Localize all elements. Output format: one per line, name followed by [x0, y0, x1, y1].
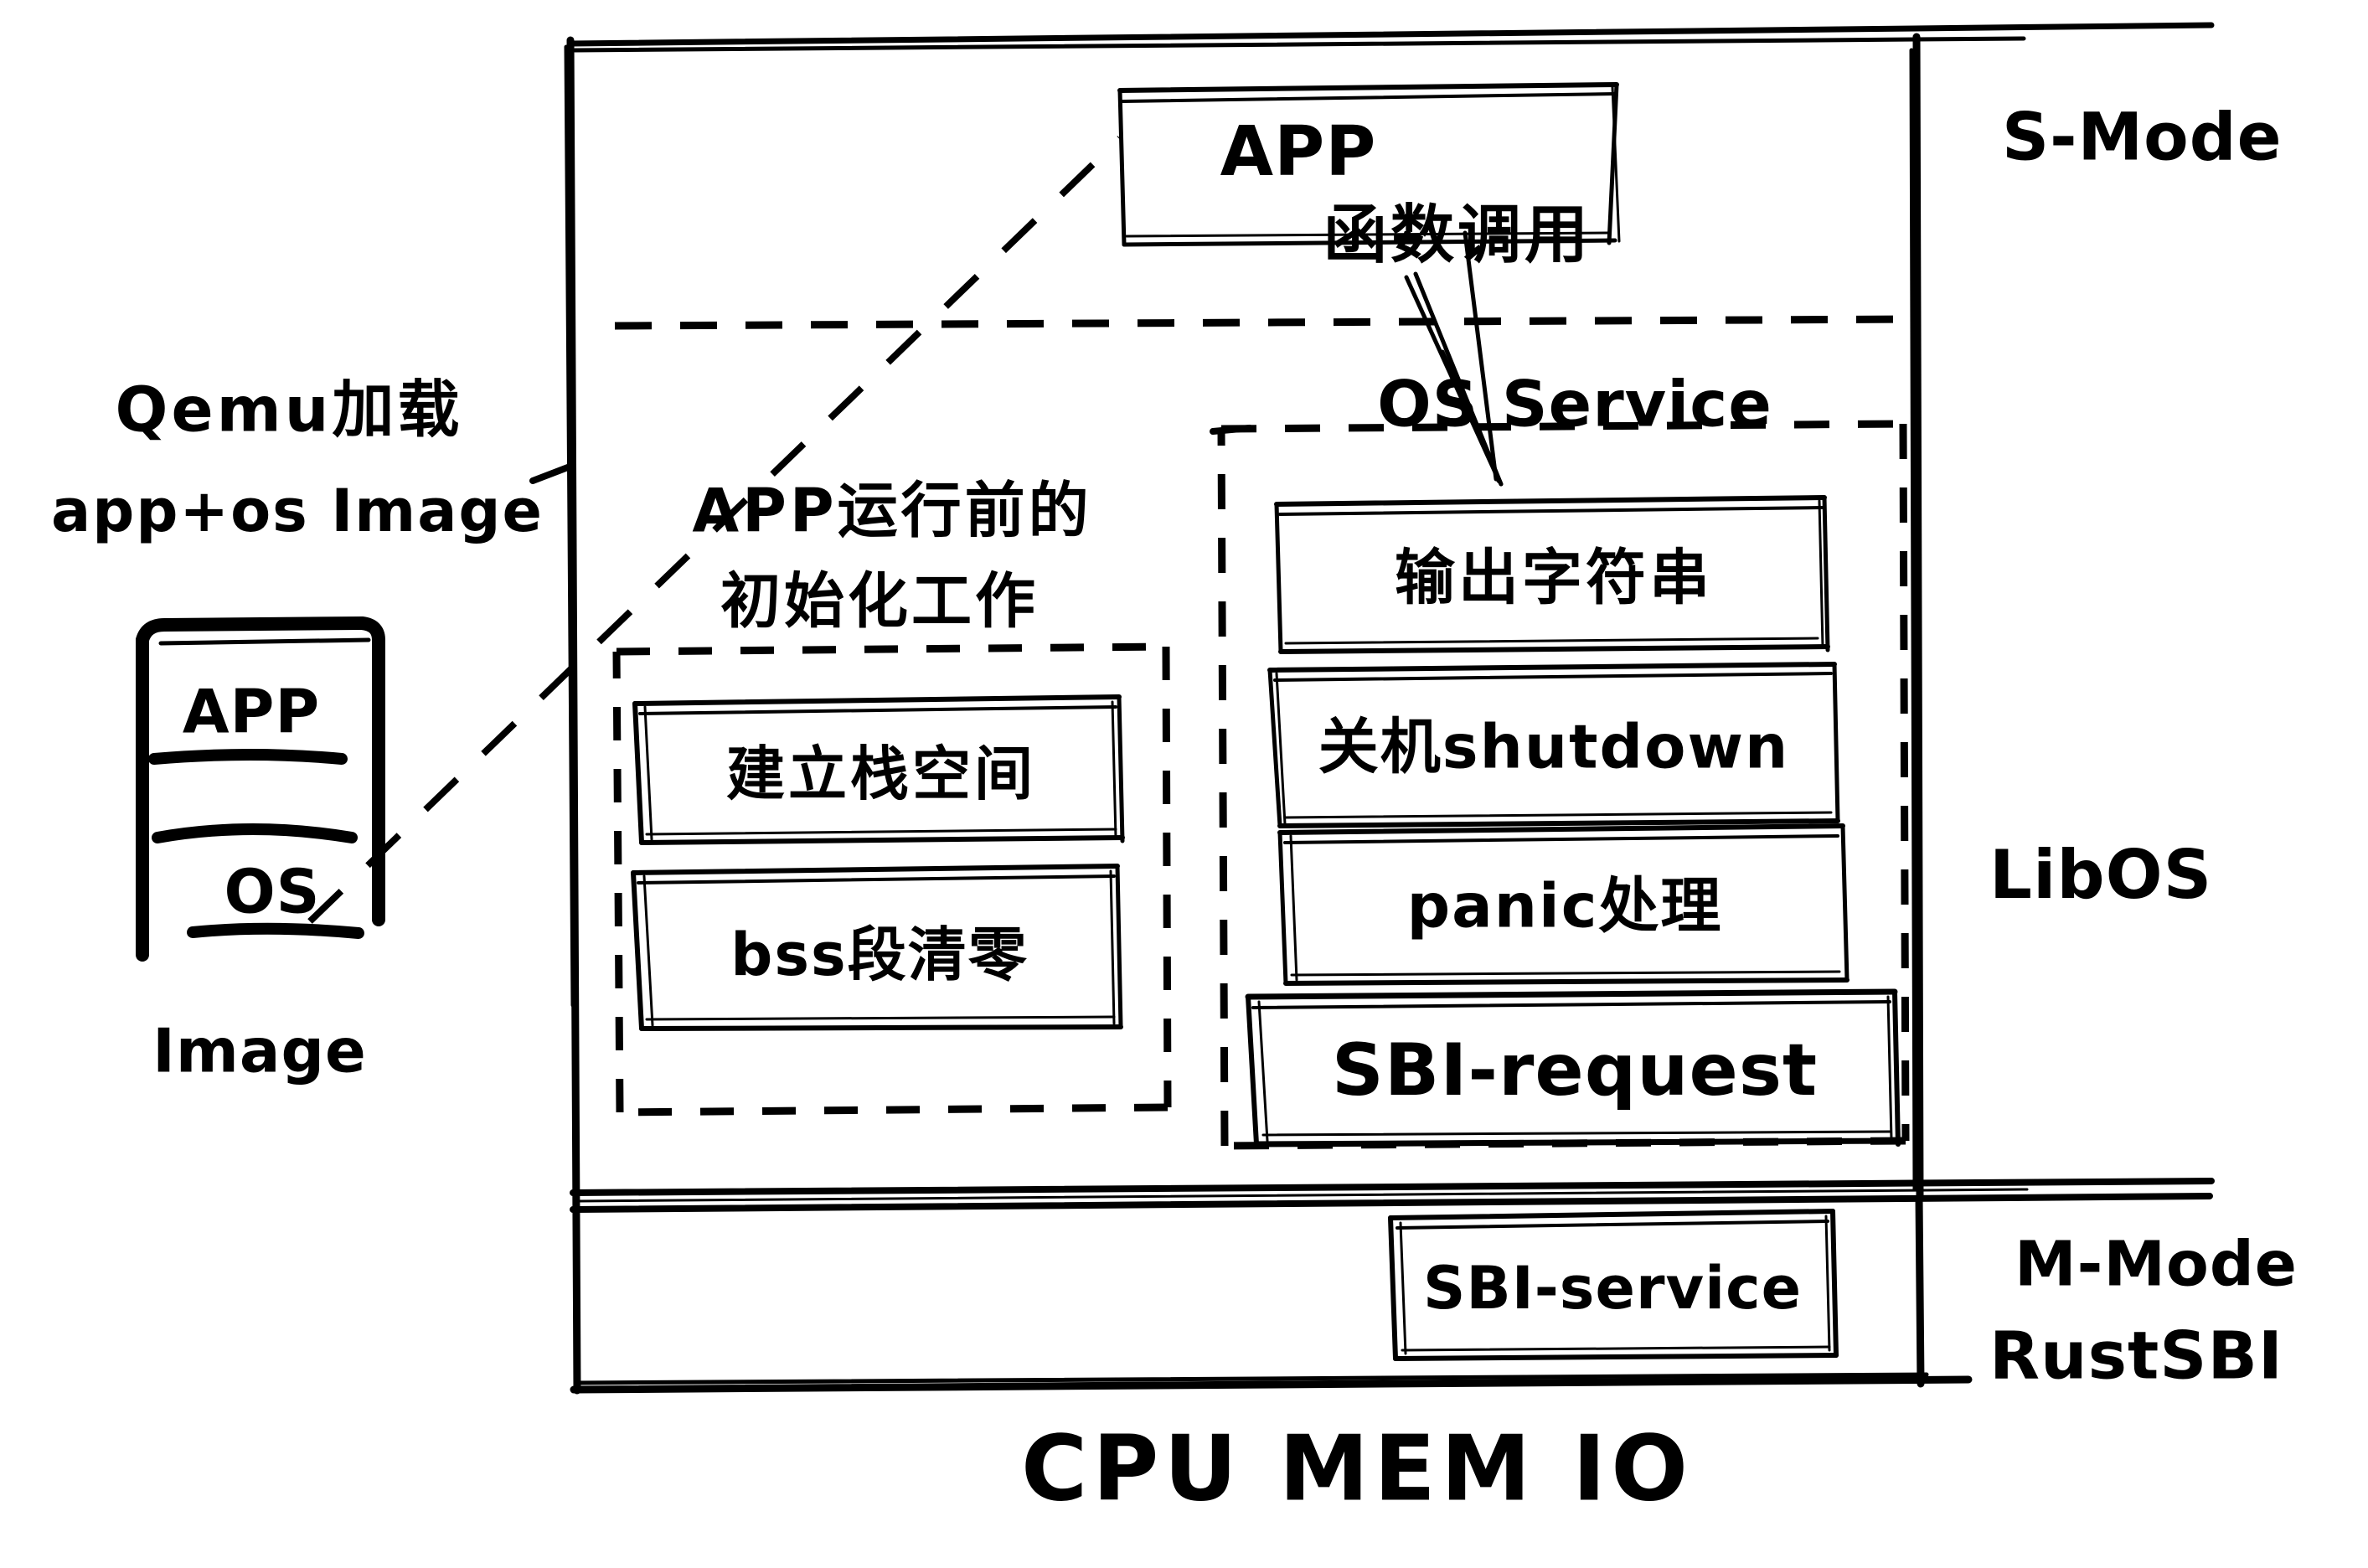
label-rustsbi: RustSBI: [1989, 1318, 2283, 1395]
qemu-load-line2: app+os Image: [50, 476, 544, 545]
init-item-bss-clear: bss段清零: [730, 920, 1029, 989]
os-service-group-tick: [1210, 425, 1253, 435]
libos-top-dashed-boundary: [614, 315, 1917, 330]
image-app-label: APP: [182, 676, 321, 747]
label-m-mode: M-Mode: [2015, 1228, 2298, 1301]
image-os-label: OS: [224, 856, 321, 927]
hardware-label: CPU MEM IO: [1020, 1416, 1694, 1522]
os-service-item-panic: panic处理: [1406, 870, 1723, 941]
label-s-mode: S-Mode: [2002, 100, 2283, 176]
init-item-build-stack: 建立栈空间: [726, 739, 1036, 808]
sbi-service-label: SBI-service: [1422, 1253, 1803, 1323]
init-title-line2: 初始化工作: [720, 565, 1040, 637]
app-box-label: APP: [1220, 112, 1377, 193]
image-caption: Image: [152, 1015, 367, 1086]
function-call-label: 函数调用: [1323, 197, 1592, 272]
os-service-item-output-string: 输出字符串: [1394, 542, 1714, 613]
label-libos: LibOS: [1989, 836, 2213, 915]
diagram-canvas: Qemu加载 app+os Image APP OS Image APP 函数调…: [0, 0, 2368, 1568]
mode-divider: [570, 1178, 2215, 1213]
os-service-title: OS Service: [1377, 366, 1772, 441]
os-service-item-shutdown: 关机shutdown: [1318, 711, 1790, 782]
os-service-item-sbi-request: SBI-request: [1331, 1028, 1819, 1112]
qemu-load-line1: Qemu加载: [115, 374, 463, 446]
init-title-line1: APP运行前的: [692, 475, 1092, 546]
